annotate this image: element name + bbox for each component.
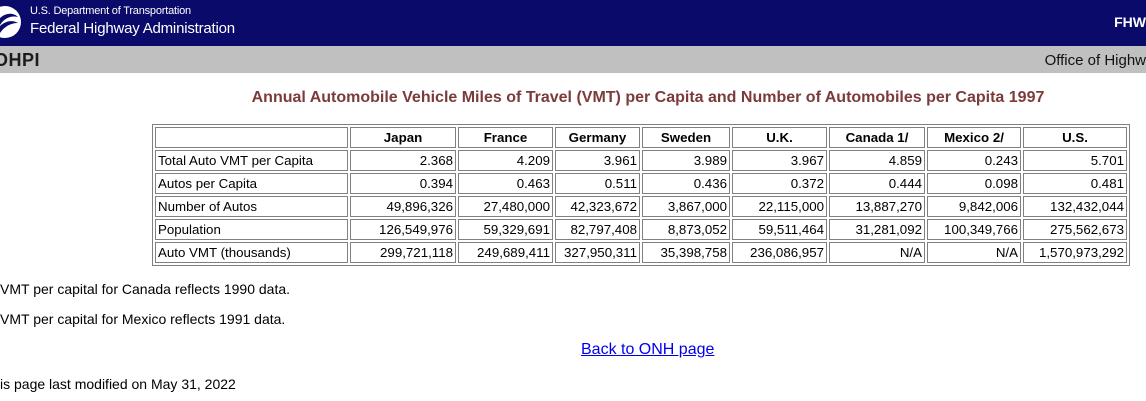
column-header [155, 127, 348, 148]
table-cell: 0.444 [829, 173, 925, 194]
table-cell: 4.859 [829, 150, 925, 171]
column-header: U.K. [732, 127, 827, 148]
mexico-note: VMT per capital for Mexico reflects 1991… [0, 311, 286, 327]
table-cell: 42,323,672 [555, 196, 640, 217]
table-cell: 8,873,052 [642, 219, 730, 240]
office-abbreviation: OHPI [0, 50, 41, 70]
header-right-text: FHW [1114, 14, 1146, 30]
table-cell: 9,842,006 [927, 196, 1021, 217]
table-cell: 3.967 [732, 150, 827, 171]
table-cell: 59,329,691 [458, 219, 553, 240]
column-header: Canada 1/ [829, 127, 925, 148]
office-bar: OHPI Office of Highw [0, 46, 1146, 73]
column-header: France [458, 127, 553, 148]
table-cell: 236,086,957 [732, 242, 827, 263]
table-row: Auto VMT (thousands) 299,721,118 249,689… [155, 242, 1127, 263]
row-label: Total Auto VMT per Capita [155, 150, 348, 171]
agency-name: Federal Highway Administration [30, 20, 235, 37]
table-header-row: Japan France Germany Sweden U.K. Canada … [155, 127, 1127, 148]
row-label: Population [155, 219, 348, 240]
table-cell: 5.701 [1023, 150, 1127, 171]
table-cell: 27,480,000 [458, 196, 553, 217]
table-cell: 100,349,766 [927, 219, 1021, 240]
table-cell: 0.372 [732, 173, 827, 194]
table-cell: 22,115,000 [732, 196, 827, 217]
table-cell: 275,562,673 [1023, 219, 1127, 240]
column-header: Sweden [642, 127, 730, 148]
table-cell: 0.243 [927, 150, 1021, 171]
table-cell: 31,281,092 [829, 219, 925, 240]
table-cell: 2.368 [350, 150, 456, 171]
table-cell: 49,896,326 [350, 196, 456, 217]
column-header: U.S. [1023, 127, 1127, 148]
department-name: U.S. Department of Transportation [30, 5, 191, 17]
column-header: Mexico 2/ [927, 127, 1021, 148]
table-cell: 0.463 [458, 173, 553, 194]
canada-note: VMT per capital for Canada reflects 1990… [0, 281, 291, 297]
table-cell: 82,797,408 [555, 219, 640, 240]
dot-header-bar: U.S. Department of Transportation Federa… [0, 0, 1146, 46]
dot-logo-icon [0, 6, 21, 38]
table-cell: N/A [927, 242, 1021, 263]
table-row: Total Auto VMT per Capita 2.368 4.209 3.… [155, 150, 1127, 171]
table-cell: 126,549,976 [350, 219, 456, 240]
table-cell: 327,950,311 [555, 242, 640, 263]
table-cell: 13,887,270 [829, 196, 925, 217]
table-cell: 0.511 [555, 173, 640, 194]
table-cell: 59,511,464 [732, 219, 827, 240]
table-cell: N/A [829, 242, 925, 263]
back-to-onh-link[interactable]: Back to ONH page [581, 341, 714, 359]
table-cell: 3.961 [555, 150, 640, 171]
table-cell: 0.436 [642, 173, 730, 194]
row-label: Auto VMT (thousands) [155, 242, 348, 263]
row-label: Autos per Capita [155, 173, 348, 194]
table-cell: 3,867,000 [642, 196, 730, 217]
column-header: Japan [350, 127, 456, 148]
office-name: Office of Highw [1044, 52, 1146, 69]
table-cell: 132,432,044 [1023, 196, 1127, 217]
table-cell: 249,689,411 [458, 242, 553, 263]
vmt-data-table: Japan France Germany Sweden U.K. Canada … [152, 124, 1130, 266]
table-row: Autos per Capita 0.394 0.463 0.511 0.436… [155, 173, 1127, 194]
row-label: Number of Autos [155, 196, 348, 217]
table-row: Population 126,549,976 59,329,691 82,797… [155, 219, 1127, 240]
table-cell: 299,721,118 [350, 242, 456, 263]
table-row: Number of Autos 49,896,326 27,480,000 42… [155, 196, 1127, 217]
table-cell: 0.394 [350, 173, 456, 194]
table-cell: 0.481 [1023, 173, 1127, 194]
table-cell: 35,398,758 [642, 242, 730, 263]
table-cell: 4.209 [458, 150, 553, 171]
last-modified-text: is page last modified on May 31, 2022 [0, 376, 236, 392]
table-cell: 1,570,973,292 [1023, 242, 1127, 263]
column-header: Germany [555, 127, 640, 148]
table-cell: 0.098 [927, 173, 1021, 194]
page-title: Annual Automobile Vehicle Miles of Trave… [251, 89, 1045, 106]
table-cell: 3.989 [642, 150, 730, 171]
